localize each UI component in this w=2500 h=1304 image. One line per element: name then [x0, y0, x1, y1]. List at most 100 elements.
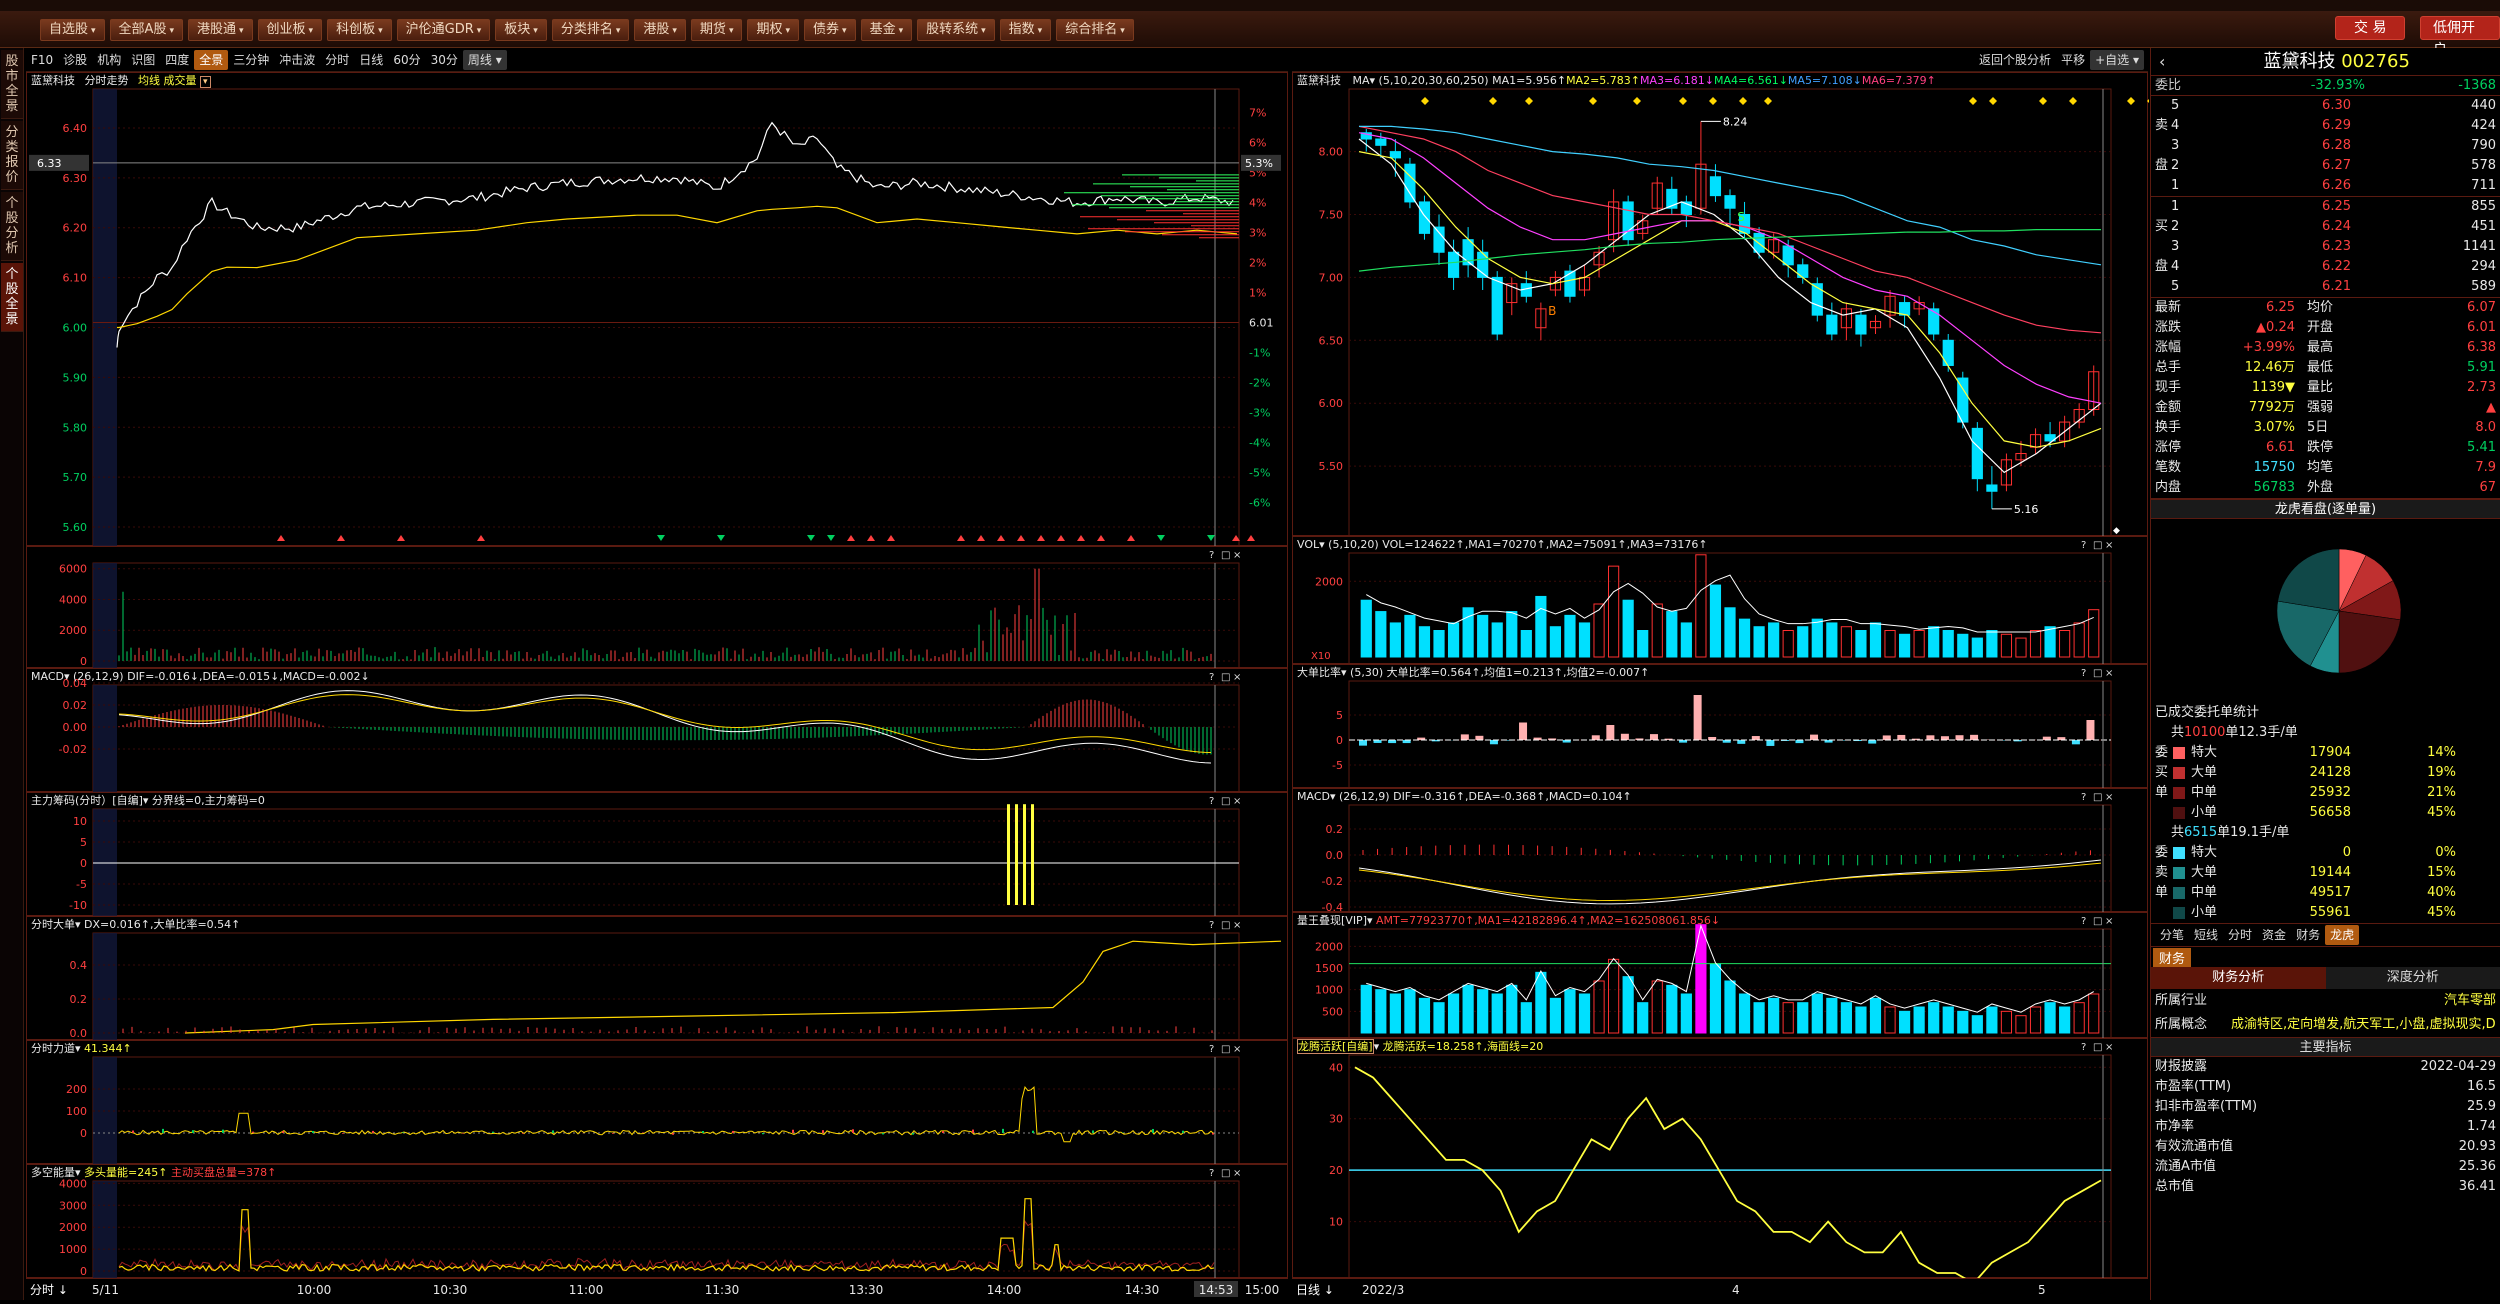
- lwdk-bar: [2045, 1003, 2055, 1033]
- bid-price: 6.21: [2231, 277, 2351, 297]
- ask-row-4[interactable]: 卖46.29424: [2151, 116, 2500, 136]
- bid-row-5[interactable]: 56.21589: [2151, 277, 2500, 297]
- kline-ddbl-pane[interactable]: 大单比率▾ (5,30) 大单比率=0.564↑,均值1=0.213↑,均值2=…: [1292, 664, 2148, 788]
- ask-row-3[interactable]: 36.28790: [2151, 136, 2500, 156]
- date-tick: 5: [2038, 1283, 2046, 1297]
- candle-body: [1492, 277, 1502, 334]
- toolbar-button-11[interactable]: 债券▾: [804, 19, 856, 41]
- kline-macd-dd[interactable]: ▾: [1330, 790, 1336, 803]
- intraday-tab-11[interactable]: 30分: [426, 50, 463, 70]
- toolbar-button-1[interactable]: 全部A股▾: [110, 19, 183, 41]
- toolbar-button-12[interactable]: 基金▾: [861, 19, 913, 41]
- order-type: 大单: [2191, 863, 2251, 883]
- intraday-tab-12[interactable]: 周线 ▾: [463, 50, 507, 70]
- toolbar-button-13[interactable]: 股转系统▾: [917, 19, 995, 41]
- intraday-fsld-header: 分时力道▾ 41.344↑: [27, 1041, 1287, 1057]
- intraday-fsdd-dd[interactable]: ▾: [75, 918, 81, 931]
- intraday-fsld-pane[interactable]: 分时力道▾ 41.344↑ 2001000?□×: [26, 1040, 1288, 1164]
- toolbar-button-2[interactable]: 港股通▾: [188, 19, 253, 41]
- intraday-price-pane[interactable]: 蓝黛科技 分时走势 均线 成交量 ▾ 6.406.306.206.106.005…: [26, 72, 1288, 546]
- left-tab-3[interactable]: 个股全景: [1, 263, 23, 332]
- vol-unit: X10: [1311, 651, 1331, 662]
- intraday-tab-5[interactable]: 全景: [194, 50, 228, 70]
- pane-tick: 1000: [59, 1243, 87, 1256]
- bid-row-4[interactable]: 盘46.22294: [2151, 257, 2500, 277]
- signal-marker: [1127, 535, 1135, 541]
- toolbar-button-7[interactable]: 分类排名▾: [552, 19, 630, 41]
- intraday-tab-2[interactable]: 机构: [92, 50, 126, 70]
- kline-vol-pane[interactable]: VOL▾ (5,10,20) VOL=124622↑,MA1=70270↑,MA…: [1292, 536, 2148, 664]
- side-tab-4[interactable]: 财务: [2291, 925, 2325, 945]
- back-to-stock-analysis[interactable]: 返回个股分析: [1974, 50, 2056, 70]
- intraday-tab-9[interactable]: 日线: [354, 50, 388, 70]
- bid-row-1[interactable]: 16.25855: [2151, 197, 2500, 217]
- intraday-tab-3[interactable]: 识图: [126, 50, 160, 70]
- fin-tab[interactable]: 财务: [2153, 948, 2191, 967]
- kline-ddbl-label: 大单比率: [1297, 666, 1341, 679]
- left-tab-1[interactable]: 分类报价: [1, 121, 23, 190]
- industry-label: 所属行业: [2155, 989, 2245, 1013]
- lwdk-bar: [1958, 1011, 1968, 1033]
- toolbar-button-3[interactable]: 创业板▾: [258, 19, 323, 41]
- intraday-zl-dd[interactable]: ▾: [143, 794, 149, 807]
- back-chevron-icon[interactable]: ‹: [2151, 48, 2173, 75]
- kline-price-pane[interactable]: 蓝黛科技 MA▾ (5,10,20,30,60,250) MA1=5.956↑M…: [1292, 72, 2148, 536]
- intraday-zl-pane[interactable]: 主力筹码(分时）[自编]▾ 分界线=0,主力筹码=0 1050-5-10?□×: [26, 792, 1288, 916]
- fin-analysis-tab[interactable]: 财务分析: [2151, 967, 2326, 989]
- kline-vol-dd[interactable]: ▾: [1319, 538, 1325, 551]
- intraday-tab-0[interactable]: F10: [26, 50, 58, 70]
- kline-lthy-pane[interactable]: 龙腾活跃[自编]▾ 龙腾活跃=18.258↑,海面线=20 40302010?□…: [1292, 1038, 2148, 1278]
- open-account-button[interactable]: 低佣开户: [2420, 16, 2500, 40]
- lwdk-bar: [1419, 998, 1429, 1033]
- bid-row-3[interactable]: 36.231141: [2151, 237, 2500, 257]
- ask-row-5[interactable]: 56.30440: [2151, 96, 2500, 116]
- ask-row-2[interactable]: 盘26.27578: [2151, 156, 2500, 176]
- trade-button[interactable]: 交 易: [2335, 16, 2405, 40]
- deep-analysis-tab[interactable]: 深度分析: [2326, 967, 2500, 989]
- toolbar-button-0[interactable]: 自选股▾: [40, 19, 105, 41]
- stat-value: 6.25: [2195, 298, 2295, 318]
- toolbar-button-15[interactable]: 综合排名▾: [1056, 19, 1134, 41]
- toolbar-button-14[interactable]: 指数▾: [1000, 19, 1052, 41]
- kline-lthy-label[interactable]: 龙腾活跃[自编]: [1297, 1039, 1374, 1054]
- ask-price: 6.27: [2231, 156, 2351, 176]
- intraday-fsld-dd[interactable]: ▾: [75, 1042, 81, 1055]
- side-tab-3[interactable]: 资金: [2257, 925, 2291, 945]
- intraday-tab-8[interactable]: 分时: [320, 50, 354, 70]
- self-select-dropdown[interactable]: +自选 ▾: [2090, 50, 2144, 70]
- side-tab-2[interactable]: 分时: [2223, 925, 2257, 945]
- intraday-fsdd-pane[interactable]: 分时大单▾ DX=0.016↑,大单比率=0.54↑ 0.40.20.0?□×: [26, 916, 1288, 1040]
- ddbl-bar: [1461, 734, 1469, 740]
- left-tab-2[interactable]: 个股分析: [1, 192, 23, 261]
- kline-ma-dd[interactable]: ▾: [1370, 74, 1376, 87]
- intraday-tab-1[interactable]: 诊股: [58, 50, 92, 70]
- intraday-dkn-pane[interactable]: 多空能量▾ 多头量能=245↑ 主动买盘总量=378↑ 400030002000…: [26, 1164, 1288, 1278]
- left-tab-0[interactable]: 股市全景: [1, 50, 23, 119]
- kline-lwdk-dd[interactable]: ▾: [1367, 914, 1373, 927]
- intraday-tab-6[interactable]: 三分钟: [228, 50, 274, 70]
- intraday-dkn-dd[interactable]: ▾: [75, 1166, 81, 1179]
- flat-move-button[interactable]: 平移: [2056, 50, 2090, 70]
- toolbar-button-9[interactable]: 期货▾: [691, 19, 743, 41]
- toolbar-button-4[interactable]: 科创板▾: [327, 19, 392, 41]
- toolbar-button-6[interactable]: 板块▾: [495, 19, 547, 41]
- intraday-tab-7[interactable]: 冲击波: [274, 50, 320, 70]
- toolbar-button-10[interactable]: 期权▾: [747, 19, 799, 41]
- kline-lthy-dd[interactable]: ▾: [1374, 1040, 1380, 1053]
- ask-row-1[interactable]: 16.26711: [2151, 176, 2500, 196]
- kline-lwdk-pane[interactable]: 量王叠现[VIP]▾ AMT=77923770↑,MA1=42182896.4↑…: [1292, 912, 2148, 1038]
- bid-row-2[interactable]: 买26.24451: [2151, 217, 2500, 237]
- toolbar-button-5[interactable]: 沪伦通GDR▾: [397, 19, 491, 41]
- intraday-tab-4[interactable]: 四度: [160, 50, 194, 70]
- pct-tick: -4%: [1249, 436, 1270, 449]
- intraday-tab-10[interactable]: 60分: [388, 50, 425, 70]
- kline-macd-pane[interactable]: MACD▾ (26,12,9) DIF=-0.316↑,DEA=-0.368↑,…: [1292, 788, 2148, 912]
- intraday-macd-pane[interactable]: MACD▾ (26,12,9) DIF=-0.016↓,DEA=-0.015↓,…: [26, 668, 1288, 792]
- side-tab-5[interactable]: 龙虎: [2325, 925, 2359, 945]
- toolbar-button-8[interactable]: 港股▾: [634, 19, 686, 41]
- intraday-volume-pane[interactable]: 6000400020000?□×: [26, 546, 1288, 668]
- side-tab-0[interactable]: 分笔: [2155, 925, 2189, 945]
- intraday-macd-dd[interactable]: ▾: [64, 670, 70, 683]
- kline-ddbl-dd[interactable]: ▾: [1341, 666, 1347, 679]
- side-tab-1[interactable]: 短线: [2189, 925, 2223, 945]
